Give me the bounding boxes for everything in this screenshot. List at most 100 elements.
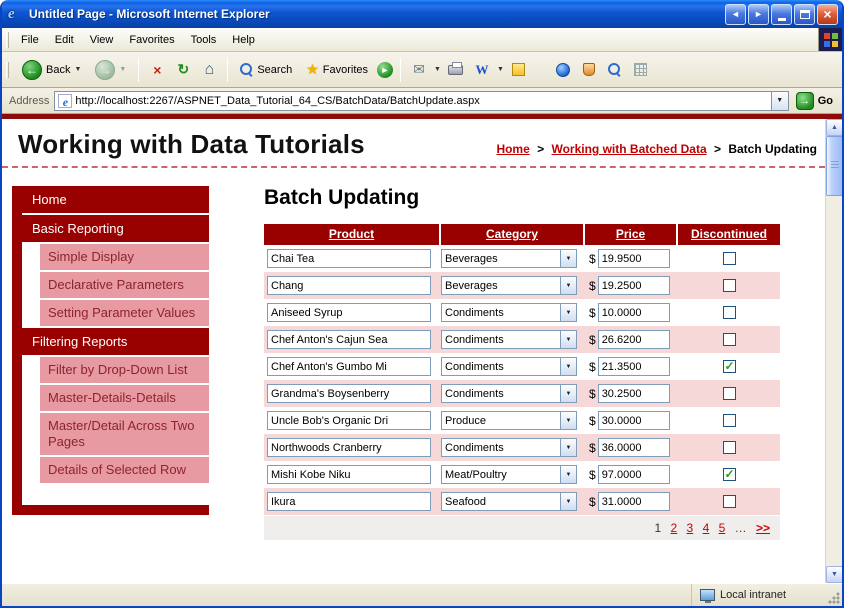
price-input[interactable] [598, 303, 670, 322]
mail-dropdown-icon[interactable]: ▼ [434, 66, 441, 73]
discontinued-checkbox[interactable] [723, 279, 736, 292]
category-select[interactable]: Beverages▼ [441, 249, 577, 268]
home-button[interactable]: ⌂ [198, 59, 220, 81]
chevron-down-icon[interactable]: ▼ [560, 412, 576, 429]
titlebar-right-arrow-icon[interactable]: ► [748, 4, 769, 25]
menu-help[interactable]: Help [224, 30, 263, 50]
search-button[interactable]: Search [235, 60, 297, 79]
product-input[interactable] [267, 411, 431, 430]
sidebar-item-home[interactable]: Home [12, 186, 209, 213]
messenger-button[interactable] [552, 59, 574, 81]
tiles-button[interactable] [630, 59, 652, 81]
sidebar-item-filter-by-drop-down-list[interactable]: Filter by Drop-Down List [40, 357, 209, 383]
chevron-down-icon[interactable]: ▼ [560, 439, 576, 456]
title-bar[interactable]: e Untitled Page - Microsoft Internet Exp… [2, 0, 842, 28]
product-input[interactable] [267, 465, 431, 484]
pager-ellipsis[interactable]: … [735, 521, 747, 535]
chevron-down-icon[interactable]: ▼ [560, 358, 576, 375]
chevron-down-icon[interactable]: ▼ [560, 277, 576, 294]
pager-page-link[interactable]: 3 [687, 521, 694, 535]
product-input[interactable] [267, 330, 431, 349]
price-input[interactable] [598, 411, 670, 430]
menu-tools[interactable]: Tools [183, 30, 225, 50]
chevron-down-icon[interactable]: ▼ [560, 304, 576, 321]
pager-page-link[interactable]: 4 [703, 521, 710, 535]
discuss-button[interactable] [508, 59, 530, 81]
price-input[interactable] [598, 357, 670, 376]
product-input[interactable] [267, 384, 431, 403]
maximize-button[interactable] [794, 4, 815, 25]
sidebar-item-declarative-parameters[interactable]: Declarative Parameters [40, 272, 209, 298]
sidebar-item-setting-parameter-values[interactable]: Setting Parameter Values [40, 300, 209, 326]
back-dropdown-icon[interactable]: ▼ [74, 66, 81, 73]
toolbar-grip[interactable] [6, 32, 9, 48]
address-dropdown-icon[interactable]: ▼ [771, 92, 788, 110]
discontinued-checkbox[interactable] [723, 387, 736, 400]
sidebar-item-basic-reporting[interactable]: Basic Reporting [12, 215, 209, 242]
forward-button[interactable]: → ▼ [90, 57, 131, 83]
product-input[interactable] [267, 357, 431, 376]
vertical-scrollbar[interactable]: ▲ ▼ [825, 119, 842, 583]
pager-page-link[interactable]: 5 [719, 521, 726, 535]
address-input[interactable] [75, 95, 770, 107]
chevron-down-icon[interactable]: ▼ [560, 331, 576, 348]
menu-file[interactable]: File [13, 30, 47, 50]
discontinued-checkbox[interactable] [723, 252, 736, 265]
price-input[interactable] [598, 276, 670, 295]
category-select[interactable]: Beverages▼ [441, 276, 577, 295]
favorites-button[interactable]: ★ Favorites [301, 58, 373, 81]
column-header-product[interactable]: Product [264, 224, 441, 245]
category-select[interactable]: Condiments▼ [441, 438, 577, 457]
category-select[interactable]: Condiments▼ [441, 330, 577, 349]
discontinued-checkbox[interactable] [723, 333, 736, 346]
column-header-category[interactable]: Category [441, 224, 585, 245]
scrollbar-thumb[interactable] [826, 136, 843, 196]
breadcrumb-home-link[interactable]: Home [496, 142, 529, 156]
chevron-down-icon[interactable]: ▼ [560, 493, 576, 510]
product-input[interactable] [267, 303, 431, 322]
chevron-down-icon[interactable]: ▼ [560, 466, 576, 483]
scroll-up-button[interactable]: ▲ [826, 119, 843, 136]
category-select[interactable]: Meat/Poultry▼ [441, 465, 577, 484]
price-input[interactable] [598, 249, 670, 268]
close-button[interactable]: × [817, 4, 838, 25]
go-button[interactable]: → Go [794, 92, 839, 110]
sidebar-item-simple-display[interactable]: Simple Display [40, 244, 209, 270]
back-button[interactable]: ← Back ▼ [17, 57, 86, 83]
discontinued-checkbox[interactable] [723, 414, 736, 427]
media-button[interactable]: ► [377, 62, 393, 78]
discontinued-checkbox[interactable] [723, 468, 736, 481]
minimize-button[interactable] [771, 4, 792, 25]
category-select[interactable]: Condiments▼ [441, 384, 577, 403]
price-input[interactable] [598, 492, 670, 511]
sidebar-item-master-detail-across-two-pages[interactable]: Master/Detail Across Two Pages [40, 413, 209, 455]
chevron-down-icon[interactable]: ▼ [560, 385, 576, 402]
product-input[interactable] [267, 492, 431, 511]
column-header-price[interactable]: Price [585, 224, 678, 245]
category-select[interactable]: Produce▼ [441, 411, 577, 430]
mail-button[interactable]: ✉ [408, 59, 430, 81]
toolbar-grip[interactable] [6, 62, 9, 78]
category-select[interactable]: Seafood▼ [441, 492, 577, 511]
stop-button[interactable]: × [146, 59, 168, 81]
scroll-down-button[interactable]: ▼ [826, 566, 843, 583]
price-input[interactable] [598, 465, 670, 484]
category-select[interactable]: Condiments▼ [441, 357, 577, 376]
column-header-discontinued[interactable]: Discontinued [678, 224, 780, 245]
discontinued-checkbox[interactable] [723, 306, 736, 319]
edit-with-word-button[interactable]: W [471, 59, 493, 81]
discontinued-checkbox[interactable] [723, 441, 736, 454]
edit-dropdown-icon[interactable]: ▼ [497, 66, 504, 73]
discontinued-checkbox[interactable] [723, 360, 736, 373]
menu-view[interactable]: View [82, 30, 122, 50]
discontinued-checkbox[interactable] [723, 495, 736, 508]
pager-next-link[interactable]: >> [756, 521, 770, 535]
chevron-down-icon[interactable]: ▼ [560, 250, 576, 267]
price-input[interactable] [598, 384, 670, 403]
sidebar-item-details-of-selected-row[interactable]: Details of Selected Row [40, 457, 209, 483]
product-input[interactable] [267, 438, 431, 457]
print-button[interactable] [445, 59, 467, 81]
menu-edit[interactable]: Edit [47, 30, 82, 50]
refresh-button[interactable]: ↻ [172, 59, 194, 81]
find-button[interactable] [604, 59, 626, 81]
